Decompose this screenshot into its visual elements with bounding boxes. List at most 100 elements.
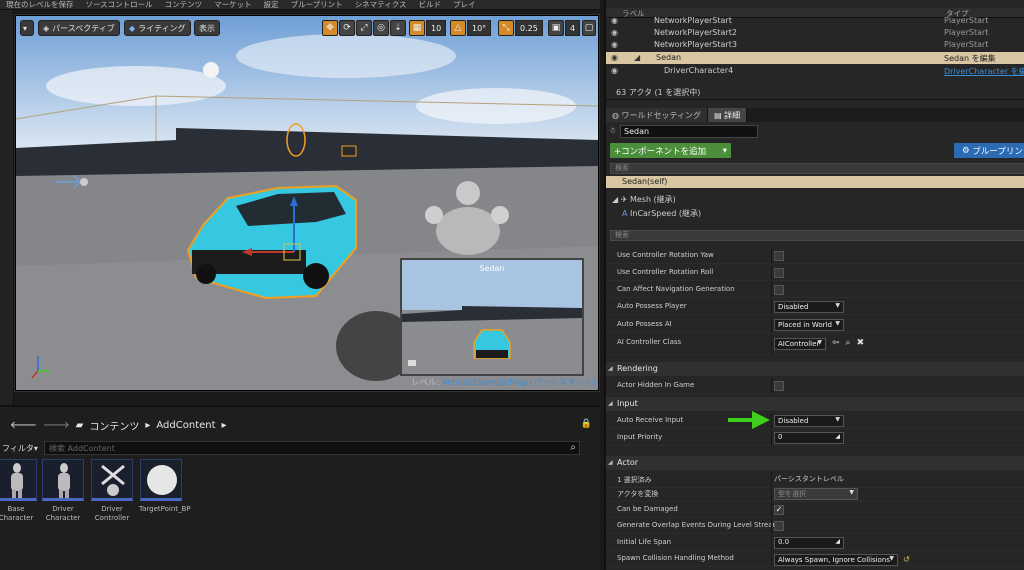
asset-tile-targetpoint-bp[interactable]: TargetPoint_BP [139, 459, 191, 514]
scale-snap-icon[interactable]: ⤡ [498, 20, 514, 36]
path-child[interactable]: AddContent [156, 420, 215, 431]
rotate-snap-value[interactable]: 10° [467, 20, 492, 36]
use-selected-arrow-icon[interactable]: ⇦ [832, 338, 840, 348]
viewport-options-button[interactable]: ▾ [20, 20, 34, 36]
forward-arrow-icon[interactable]: 🡒 [43, 419, 70, 431]
lighting-icon: ◆ [129, 23, 136, 33]
level-viewport[interactable]: ▾ ◈ パースペクティブ ◆ ライティング 表示 ✥ ⟳ ⤢ ◎ ⇣ ▦ 10 … [16, 16, 598, 390]
menu-item[interactable]: コンテンツ [159, 0, 209, 9]
grid-snap-value[interactable]: 10 [426, 20, 447, 36]
add-component-button[interactable]: +コンポーネントを追加 ▾ [610, 143, 731, 158]
menu-item[interactable]: ビルド [413, 0, 448, 9]
path-separator-icon: ▸ [221, 419, 227, 431]
world-local-icon[interactable]: ◎ [373, 20, 389, 36]
auto-possess-ai-dropdown[interactable]: Placed in World ▼ [774, 319, 844, 331]
menu-item[interactable]: ソースコントロール [80, 0, 159, 9]
translate-tool-icon[interactable]: ✥ [322, 20, 338, 36]
menu-item[interactable]: マーケット [208, 0, 258, 9]
blueprint-button[interactable]: ⚙ ブループリン [954, 143, 1024, 158]
menu-item[interactable]: プレイ [447, 0, 482, 9]
filter-button[interactable]: フィルタ ▾ [0, 441, 44, 456]
checkmark-icon[interactable]: ✓ [774, 505, 784, 515]
perspective-button[interactable]: ◈ パースペクティブ [38, 20, 120, 36]
back-arrow-icon[interactable]: 🡐 [10, 419, 37, 431]
details-search-input[interactable]: 検索 [610, 230, 1024, 241]
level-indicator: レベル: VehicleExampleMap (パーシスタント) [411, 376, 596, 388]
expand-triangle-icon[interactable]: ◢ [612, 195, 621, 204]
prop-checkbox[interactable] [774, 381, 784, 391]
green-arrow-annotation-icon [728, 411, 770, 429]
section-rendering[interactable]: ◢ Rendering [606, 362, 1024, 376]
reset-arrow-icon[interactable]: ↺ [903, 555, 910, 564]
prop-label: Generate Overlap Events During Level Str… [617, 521, 780, 529]
prop-auto-possess-player: Auto Possess Player Disabled ▼ [606, 299, 1024, 315]
camera-speed-icon[interactable]: ▣ [548, 20, 564, 36]
lock-icon[interactable]: 🔒 [581, 419, 592, 429]
path-root[interactable]: コンテンツ [89, 418, 139, 433]
left-toolbar-strip [0, 10, 14, 405]
actor-name-field[interactable]: Sedan [620, 125, 758, 138]
search-icon[interactable]: ⌕ [570, 442, 576, 453]
asset-tile-driver-character[interactable]: Driver Character [41, 459, 85, 523]
outliner-row[interactable]: ◉ DriverCharacter4 DriverCharacter を編 [606, 65, 1024, 77]
spinner-icon: ◢ [835, 538, 840, 545]
level-name-link[interactable]: VehicleExampleMap (パーシスタント) [442, 378, 596, 388]
visibility-eye-icon[interactable]: ◉ [611, 16, 618, 25]
chevron-down-icon: ▾ [722, 145, 727, 156]
menu-item[interactable]: ブループリント [285, 0, 349, 9]
component-search-input[interactable]: 検索 [610, 163, 1024, 174]
show-button[interactable]: 表示 [194, 20, 220, 36]
prop-convert-actor: アクタを変換 型を選択 ▼ [606, 486, 1024, 502]
grid-snap-icon[interactable]: ▦ [409, 20, 425, 36]
lighting-button[interactable]: ◆ ライティング [124, 20, 191, 36]
component-mesh-item[interactable]: ◢ ✈ Mesh (継承) [606, 194, 1024, 206]
outliner-row-selected[interactable]: ◉ ◢ Sedan Sedan を編集 [606, 52, 1024, 64]
visibility-eye-icon[interactable]: ◉ [611, 28, 618, 37]
section-input[interactable]: ◢ Input [606, 397, 1024, 411]
outliner-row-type[interactable]: Sedan を編集 [944, 53, 996, 64]
outliner-row[interactable]: ◉ NetworkPlayerStart3 PlayerStart [606, 39, 1024, 51]
outliner-row[interactable]: ◉ NetworkPlayerStart PlayerStart [606, 15, 1024, 27]
menu-item[interactable]: シネマティクス [349, 0, 413, 9]
scale-tool-icon[interactable]: ⤢ [356, 20, 372, 36]
prop-spawn-collision-handling: Spawn Collision Handling Method Always S… [606, 551, 1024, 567]
asset-tile-driver-controller[interactable]: Driver Controller [90, 459, 134, 523]
prop-checkbox[interactable] [774, 521, 784, 531]
content-search-input[interactable]: 検索 AddContent ⌕ [44, 441, 580, 455]
browse-search-icon[interactable]: ⌕ [846, 338, 851, 348]
menu-item[interactable]: 現在のレベルを保存 [0, 0, 80, 9]
visibility-eye-icon[interactable]: ◉ [611, 53, 618, 62]
menu-item[interactable]: 設定 [258, 0, 285, 9]
visibility-eye-icon[interactable]: ◉ [611, 66, 618, 75]
tab-world-settings[interactable]: ◍ ワールドセッティング [606, 108, 709, 122]
surface-snap-icon[interactable]: ⇣ [390, 20, 406, 36]
component-incarspeed-item[interactable]: A InCarSpeed (継承) [606, 208, 1024, 220]
prop-checkbox[interactable] [774, 285, 784, 295]
section-actor[interactable]: ◢ Actor [606, 456, 1024, 470]
input-priority-field[interactable]: 0 ◢ [774, 432, 844, 444]
ai-controller-class-dropdown[interactable]: AIController ▼ [774, 337, 826, 350]
details-icon: ▤ [714, 110, 725, 120]
life-span-field[interactable]: 0.0 ◢ [774, 537, 844, 549]
convert-actor-dropdown[interactable]: 型を選択 ▼ [774, 488, 858, 500]
camera-speed-value[interactable]: 4 [565, 20, 581, 36]
rotate-tool-icon[interactable]: ⟳ [339, 20, 355, 36]
prop-checkbox[interactable] [774, 251, 784, 261]
asset-tile-base-character[interactable]: Base Character [0, 459, 38, 523]
clear-x-icon[interactable]: ✖ [857, 338, 865, 348]
outliner-row-type[interactable]: DriverCharacter を編 [944, 66, 1024, 77]
visibility-eye-icon[interactable]: ◉ [611, 40, 618, 49]
prop-checkbox[interactable] [774, 268, 784, 278]
spawn-collision-dropdown[interactable]: Always Spawn, Ignore Collisions ▼ [774, 553, 898, 566]
actor-name-row: ☃ Sedan [606, 125, 1024, 139]
tab-details[interactable]: ▤ 詳細 [708, 108, 748, 122]
expand-triangle-icon[interactable]: ◢ [634, 53, 640, 62]
auto-possess-player-dropdown[interactable]: Disabled ▼ [774, 301, 844, 313]
rotate-snap-icon[interactable]: △ [450, 20, 466, 36]
scale-snap-value[interactable]: 0.25 [515, 20, 543, 36]
outliner-row[interactable]: ◉ NetworkPlayerStart2 PlayerStart [606, 27, 1024, 39]
auto-receive-input-dropdown[interactable]: Disabled ▼ [774, 415, 844, 427]
path-separator-icon: ▸ [145, 419, 151, 431]
component-self-item[interactable]: Sedan(self) [606, 176, 1024, 188]
maximize-viewport-icon[interactable]: ▢ [582, 20, 596, 36]
